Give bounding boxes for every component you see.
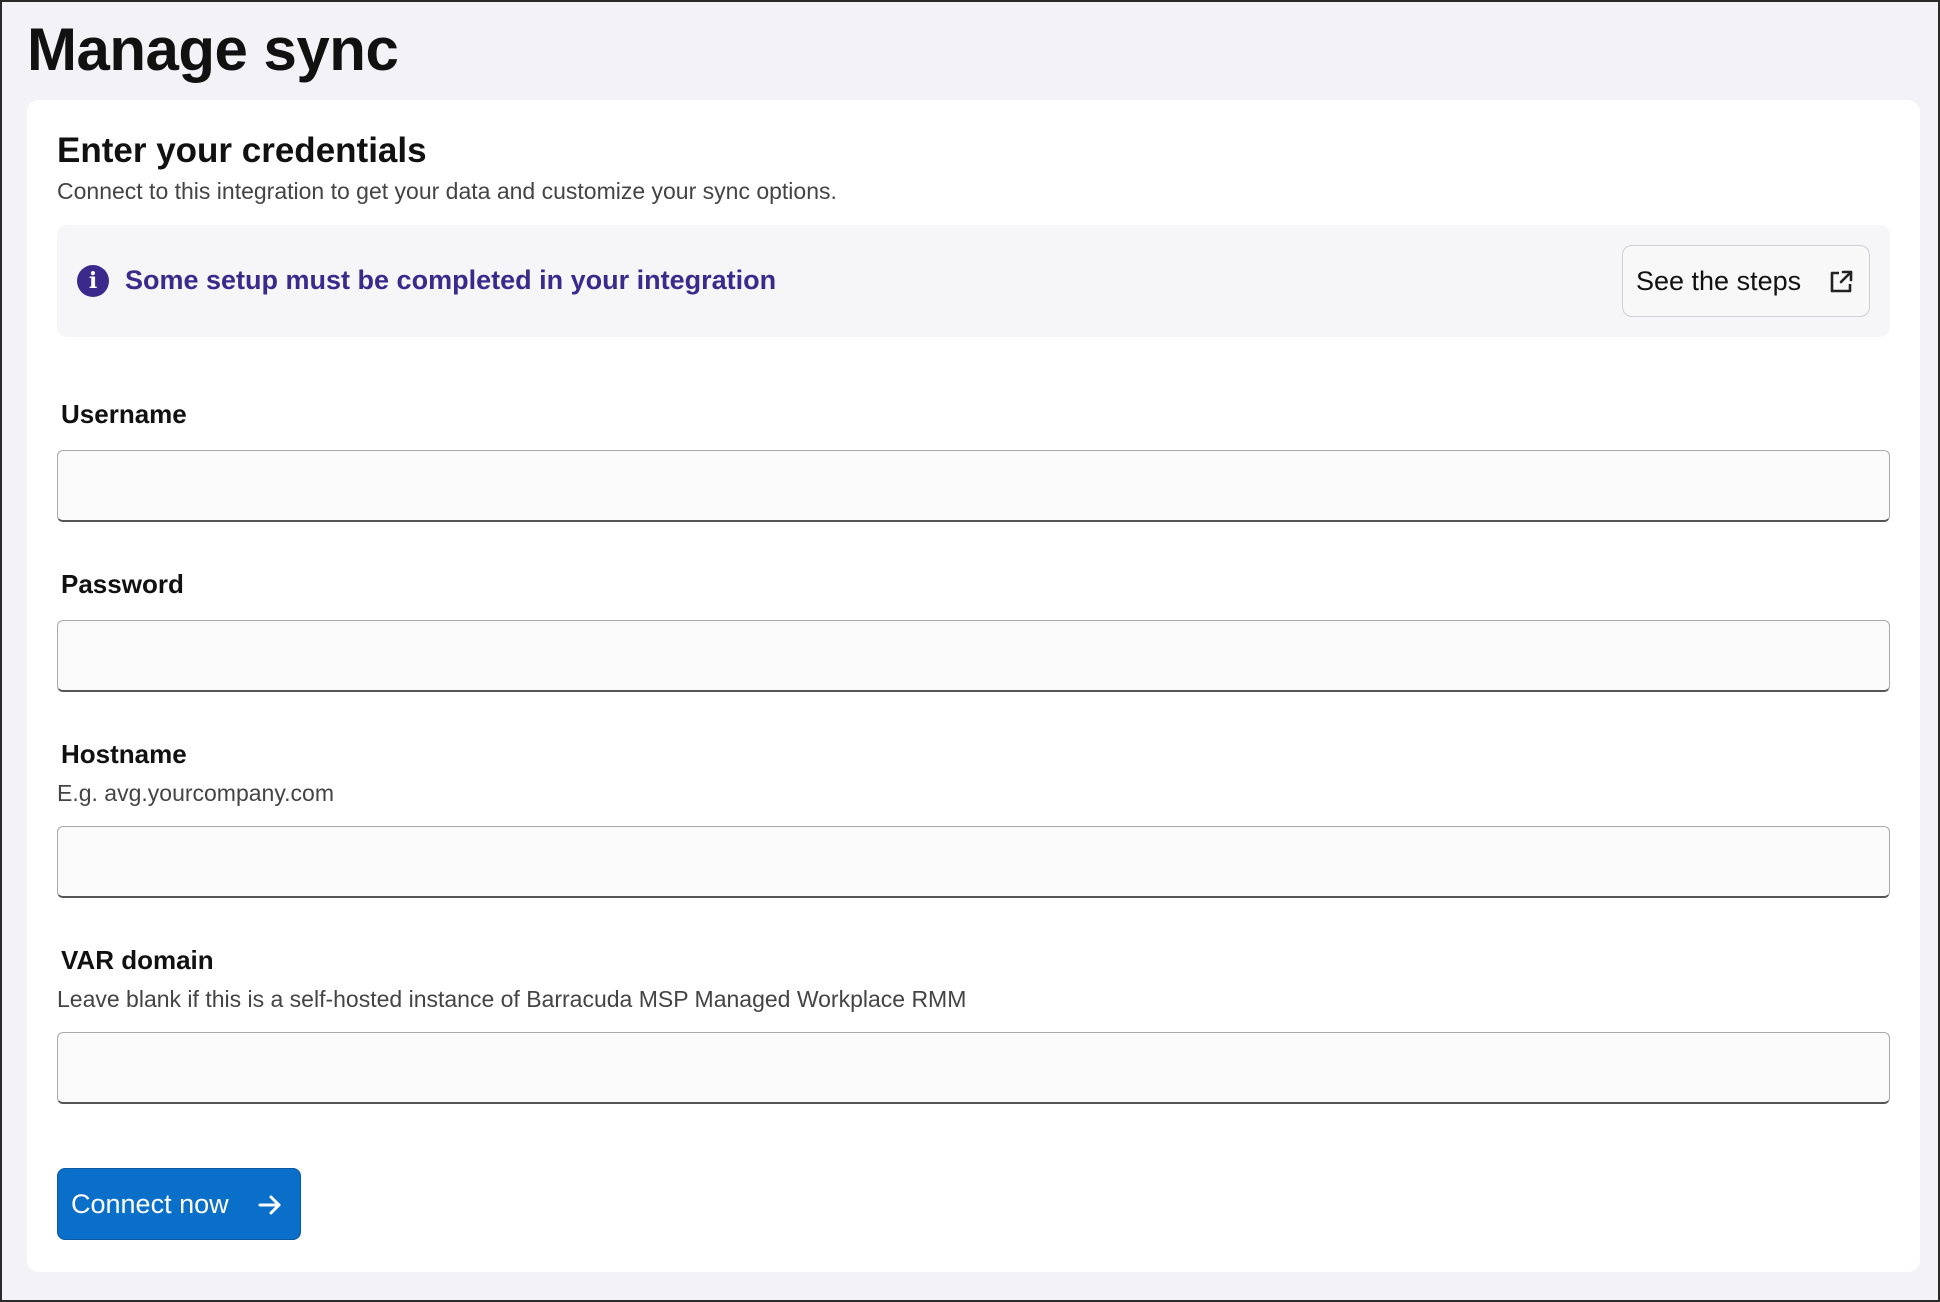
var-domain-label: VAR domain xyxy=(61,945,214,975)
hostname-help: E.g. avg.yourcompany.com xyxy=(57,780,334,806)
password-input[interactable] xyxy=(57,620,1890,692)
page-title: Manage sync xyxy=(27,16,399,83)
hostname-label: Hostname xyxy=(61,739,187,769)
card-title: Enter your credentials xyxy=(57,131,427,170)
setup-banner: i Some setup must be completed in your i… xyxy=(57,225,1890,337)
info-icon: i xyxy=(77,265,109,297)
username-input[interactable] xyxy=(57,450,1890,522)
see-the-steps-button[interactable]: See the steps xyxy=(1622,245,1870,317)
connect-now-button[interactable]: Connect now xyxy=(57,1168,301,1240)
hostname-input[interactable] xyxy=(57,826,1890,898)
username-label: Username xyxy=(61,399,187,429)
var-domain-input[interactable] xyxy=(57,1032,1890,1104)
arrow-right-icon xyxy=(258,1195,281,1215)
var-domain-help: Leave blank if this is a self-hosted ins… xyxy=(57,986,967,1012)
password-label: Password xyxy=(61,569,184,599)
connect-now-label: Connect now xyxy=(71,1189,229,1219)
external-link-icon xyxy=(1830,270,1853,293)
banner-text: Some setup must be completed in your int… xyxy=(125,265,777,295)
card-subtitle: Connect to this integration to get your … xyxy=(57,178,837,204)
see-the-steps-label: See the steps xyxy=(1636,266,1802,296)
credentials-card: Enter your credentials Connect to this i… xyxy=(27,100,1920,1272)
